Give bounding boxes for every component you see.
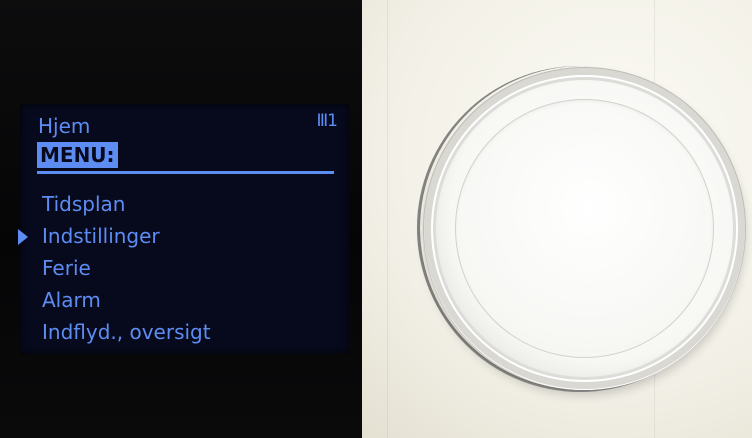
display-title: Hjem: [38, 114, 91, 138]
thermostat-photo: Hjem Ⅲ1 MENU: Tidsplan Indstillinger Fer…: [0, 0, 752, 438]
device-body: [362, 0, 752, 438]
menu-item-indflydelse-oversigt[interactable]: Indflyd., oversigt: [42, 316, 211, 348]
dial-center: [455, 99, 714, 358]
dial-ring: [431, 75, 738, 382]
menu-item-label: Indstillinger: [42, 224, 160, 248]
menu-list: Tidsplan Indstillinger Ferie Alarm Indfl…: [18, 188, 211, 348]
menu-item-label: Indflyd., oversigt: [42, 320, 211, 344]
menu-item-label: Alarm: [42, 288, 101, 312]
menu-item-alarm[interactable]: Alarm: [42, 284, 211, 316]
menu-item-ferie[interactable]: Ferie: [42, 252, 211, 284]
radiator-icon: Ⅲ1: [316, 111, 338, 131]
menu-item-label: Ferie: [42, 256, 91, 280]
menu-item-indstillinger[interactable]: Indstillinger: [18, 220, 211, 252]
triangle-right-icon: [18, 229, 28, 245]
menu-divider: [37, 171, 334, 174]
menu-item-label: Tidsplan: [42, 192, 126, 216]
menu-item-tidsplan[interactable]: Tidsplan: [42, 188, 211, 220]
menu-header: MENU:: [37, 142, 118, 168]
control-dial[interactable]: [424, 68, 745, 389]
thermostat-display: Hjem Ⅲ1 MENU: Tidsplan Indstillinger Fer…: [18, 104, 349, 354]
display-bezel: Hjem Ⅲ1 MENU: Tidsplan Indstillinger Fer…: [0, 0, 362, 438]
surface-line: [387, 0, 388, 438]
